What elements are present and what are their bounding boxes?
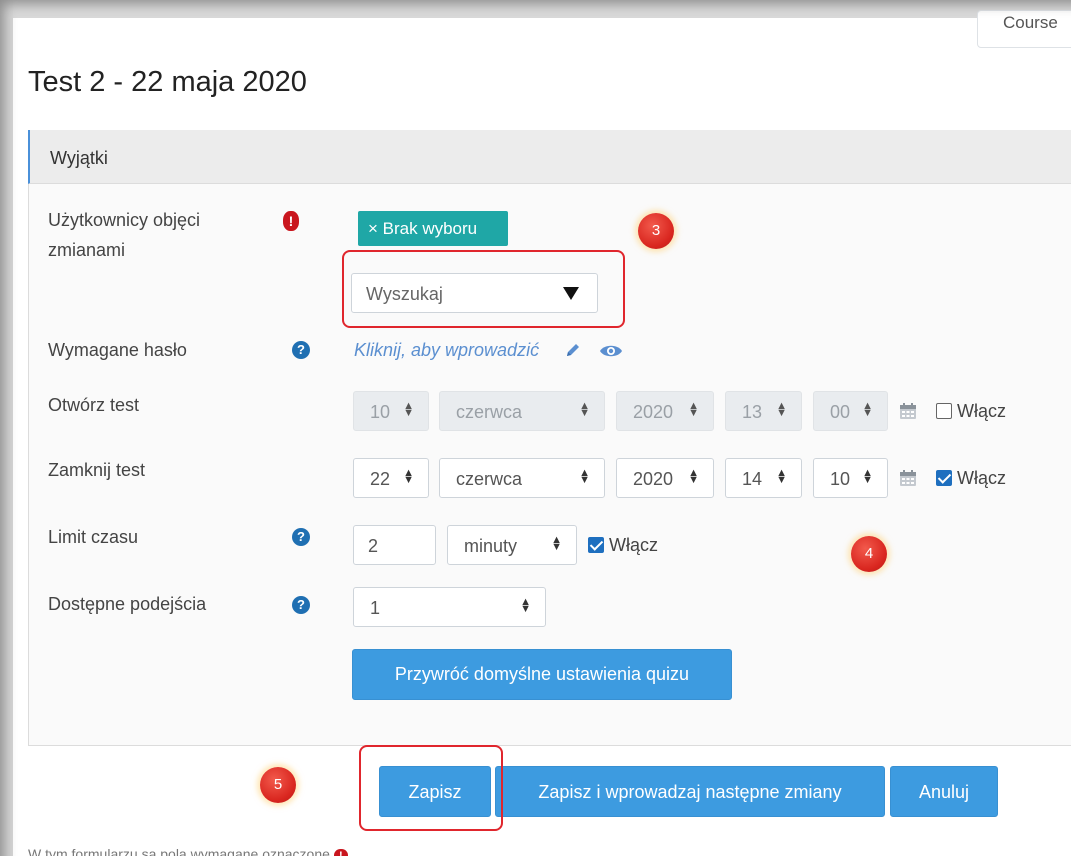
- attempts-label: Dostępne podejścia: [48, 594, 207, 614]
- dropdown-caret-icon: [563, 287, 579, 300]
- close-enable-checkbox[interactable]: [936, 470, 952, 486]
- close-test-label: Zamknij test: [48, 460, 146, 480]
- open-month-select[interactable]: czerwca ▲ ▼: [439, 391, 605, 431]
- page-title: Test 2 - 22 maja 2020: [28, 66, 307, 98]
- top-edge: [0, 0, 1071, 18]
- left-edge: [0, 0, 13, 856]
- time-unit-select[interactable]: minuty ▲ ▼: [447, 525, 577, 565]
- help-icon[interactable]: ?: [292, 528, 310, 546]
- eye-icon[interactable]: [599, 343, 623, 359]
- open-test-label: Otwórz test: [48, 395, 140, 415]
- password-edit-link[interactable]: Kliknij, aby wprowadzić: [354, 340, 539, 361]
- close-enable-label: Włącz: [957, 468, 1006, 488]
- reset-defaults-button[interactable]: Przywróć domyślne ustawienia quizu: [352, 649, 732, 700]
- help-icon[interactable]: ?: [292, 341, 310, 359]
- time-limit-input[interactable]: 2: [353, 525, 436, 565]
- users-label: Użytkownicy objęci zmianami: [48, 210, 201, 260]
- section-header[interactable]: Wyjątki: [28, 130, 1071, 184]
- close-day-select[interactable]: 22 ▲ ▼: [353, 458, 429, 498]
- course-tab[interactable]: Course: [977, 10, 1071, 48]
- calendar-icon[interactable]: [899, 402, 917, 420]
- save-button[interactable]: Zapisz: [379, 766, 491, 817]
- annotation-marker-5: 5: [260, 767, 296, 803]
- time-limit-label: Limit czasu: [48, 527, 139, 547]
- annotation-marker-4: 4: [851, 536, 887, 572]
- calendar-icon[interactable]: [899, 469, 917, 487]
- open-hour-select[interactable]: 13 ▲ ▼: [725, 391, 802, 431]
- close-hour-select[interactable]: 14 ▲ ▼: [725, 458, 802, 498]
- open-minute-select[interactable]: 00 ▲ ▼: [813, 391, 888, 431]
- annotation-marker-3: 3: [638, 213, 674, 249]
- open-enable-label: Włącz: [957, 401, 1006, 421]
- attempts-select[interactable]: 1 ▲ ▼: [353, 587, 546, 627]
- search-placeholder: Wyszukaj: [366, 284, 443, 304]
- open-enable-checkbox[interactable]: [936, 403, 952, 419]
- close-minute-select[interactable]: 10 ▲ ▼: [813, 458, 888, 498]
- time-limit-enable-checkbox[interactable]: [588, 537, 604, 553]
- close-month-select[interactable]: czerwca ▲ ▼: [439, 458, 605, 498]
- close-year-select[interactable]: 2020 ▲ ▼: [616, 458, 714, 498]
- user-search-select[interactable]: Wyszukaj: [351, 273, 598, 313]
- pencil-icon[interactable]: [564, 341, 582, 359]
- open-day-select[interactable]: 10 ▲ ▼: [353, 391, 429, 431]
- required-fields-note: W tym formularzu są pola wymagane oznacz…: [28, 846, 348, 856]
- help-icon[interactable]: ?: [292, 596, 310, 614]
- time-limit-enable-label: Włącz: [609, 535, 658, 555]
- selection-chip[interactable]: × Brak wyboru: [358, 211, 508, 246]
- cancel-button[interactable]: Anuluj: [890, 766, 998, 817]
- required-icon: !: [333, 849, 348, 856]
- save-continue-button[interactable]: Zapisz i wprowadzaj następne zmiany: [495, 766, 885, 817]
- required-icon: !: [283, 211, 299, 231]
- open-year-select[interactable]: 2020 ▲ ▼: [616, 391, 714, 431]
- password-label: Wymagane hasło: [48, 340, 187, 360]
